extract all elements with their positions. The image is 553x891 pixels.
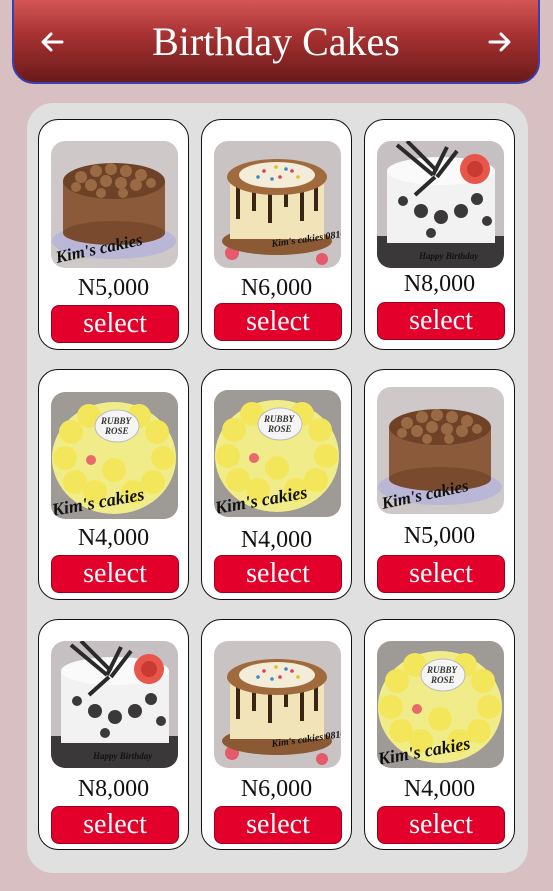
cake-price: N5,000 [77, 275, 150, 301]
cake-card: RUBBY ROSE Kim's cakies N4,000 select [38, 369, 189, 600]
cake-price: N8,000 [77, 776, 150, 802]
app-header: Birthday Cakes [12, 0, 540, 84]
arrow-right-icon [488, 32, 511, 52]
cake-photo[interactable]: RUBBY ROSE Kim's cakies [377, 641, 504, 768]
select-button[interactable]: select [377, 806, 505, 844]
page-title: Birthday Cakes [152, 19, 400, 64]
svg-text:ROSE: ROSE [267, 424, 292, 434]
bow-cake-image: Happy Birthday [377, 141, 504, 268]
chocolate-cake-image: Kim's cakies [51, 141, 178, 268]
cake-price: N4,000 [240, 527, 313, 553]
select-button[interactable]: select [51, 806, 179, 844]
svg-text:RUBBY: RUBBY [263, 414, 296, 424]
svg-text:ROSE: ROSE [430, 675, 455, 685]
cake-price: N4,000 [403, 776, 476, 802]
select-button[interactable]: select [214, 806, 342, 844]
yellow-cake-image: RUBBY ROSE Kim's cakies [51, 392, 178, 519]
forward-button[interactable] [484, 26, 516, 58]
select-button[interactable]: select [214, 303, 342, 341]
sprinkle-cake-image: Kim's cakies 08104838852 [214, 141, 341, 268]
select-button[interactable]: select [51, 555, 179, 593]
page: Birthday Cakes Kim's cakies N5,000 selec… [0, 0, 553, 891]
cake-photo[interactable]: Kim's cakies [51, 141, 178, 268]
cake-card: Kim's cakies N5,000 select [364, 369, 515, 600]
cake-grid: Kim's cakies N5,000 select Kim's cakies … [27, 103, 528, 873]
watermark-text: Happy Birthday [418, 251, 479, 261]
cake-price: N5,000 [403, 523, 476, 549]
yellow-cake-image: RUBBY ROSE Kim's cakies [214, 390, 341, 517]
cake-price: N4,000 [77, 525, 150, 551]
cake-photo[interactable]: RUBBY ROSE Kim's cakies [51, 392, 178, 519]
cake-card: Happy Birthday N8,000 select [38, 619, 189, 850]
cake-card: Kim's cakies 08104838852 N6,000 select [201, 619, 352, 850]
cake-card: Kim's cakies N5,000 select [38, 119, 189, 350]
select-button[interactable]: select [214, 555, 342, 593]
cake-price: N6,000 [240, 275, 313, 301]
sprinkle-cake-image: Kim's cakies 08104838852 [214, 641, 341, 768]
bow-cake-image: Happy Birthday [51, 641, 178, 768]
cake-card: RUBBY ROSE Kim's cakies N4,000 select [201, 369, 352, 600]
cake-photo[interactable]: Happy Birthday [377, 141, 504, 268]
chocolate-cake-image: Kim's cakies [377, 387, 504, 514]
cake-photo[interactable]: Kim's cakies 08104838852 [214, 141, 341, 268]
cake-photo[interactable]: Kim's cakies [377, 387, 504, 514]
cake-price: N6,000 [240, 776, 313, 802]
svg-text:RUBBY: RUBBY [426, 665, 459, 675]
select-button[interactable]: select [377, 555, 505, 593]
cake-card: Kim's cakies 08104838852 N6,000 select [201, 119, 352, 350]
cake-price: N8,000 [403, 271, 476, 297]
select-button[interactable]: select [377, 302, 505, 340]
cake-card: RUBBY ROSE Kim's cakies N4,000 select [364, 619, 515, 850]
select-button[interactable]: select [51, 305, 179, 343]
cake-photo[interactable]: Kim's cakies 08104838852 [214, 641, 341, 768]
svg-text:RUBBY: RUBBY [100, 416, 133, 426]
svg-text:ROSE: ROSE [104, 426, 129, 436]
cake-photo[interactable]: RUBBY ROSE Kim's cakies [214, 390, 341, 517]
yellow-cake-image: RUBBY ROSE Kim's cakies [377, 641, 504, 768]
cake-photo[interactable]: Happy Birthday [51, 641, 178, 768]
watermark-text: Happy Birthday [92, 751, 153, 761]
cake-card: Happy Birthday N8,000 select [364, 119, 515, 350]
